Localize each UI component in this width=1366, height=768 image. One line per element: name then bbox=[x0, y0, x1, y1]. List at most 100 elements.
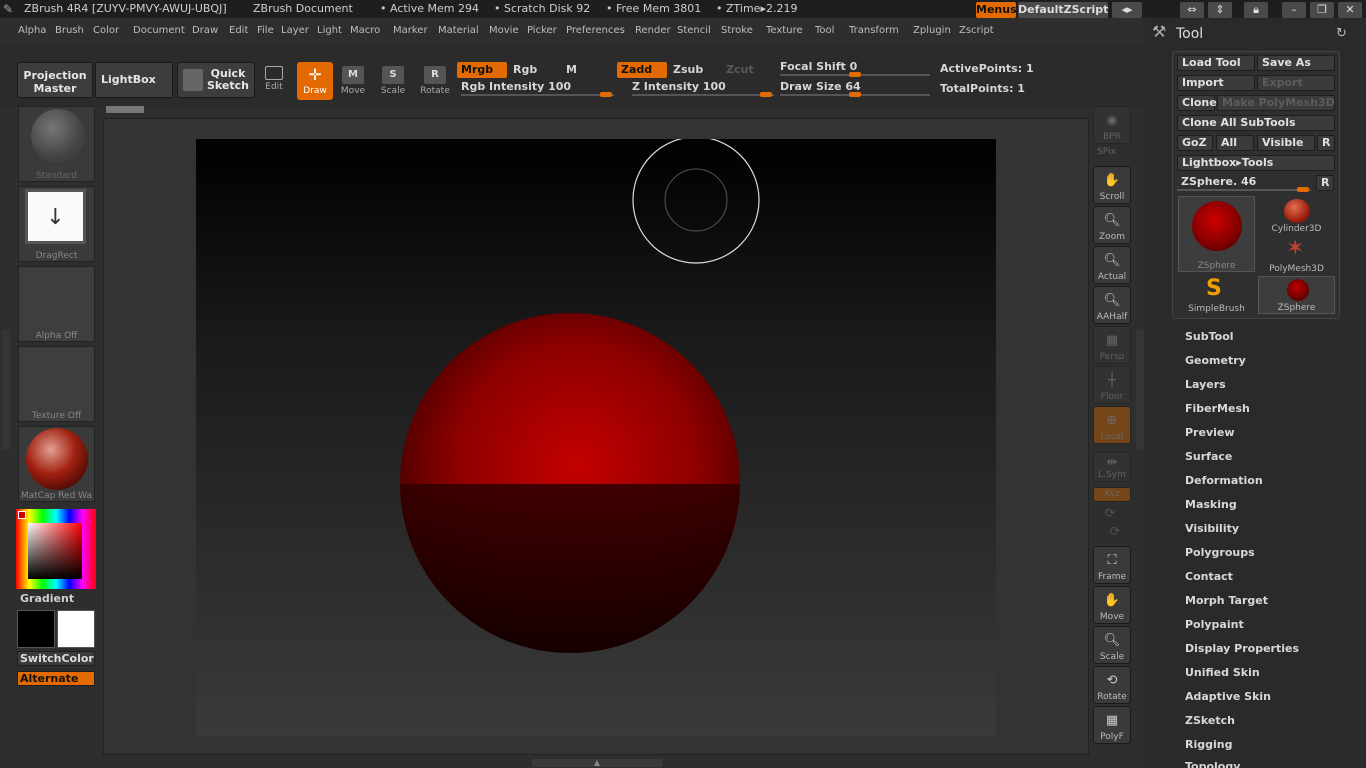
menus-button[interactable]: Menus bbox=[976, 2, 1017, 18]
bpr-button[interactable]: ◉ BPR bbox=[1093, 106, 1131, 144]
section-display-properties[interactable]: Display Properties bbox=[1185, 642, 1299, 655]
color-picker[interactable] bbox=[16, 509, 96, 589]
rgb-intensity-knob[interactable] bbox=[600, 92, 612, 97]
goz-visible-button[interactable]: Visible bbox=[1257, 135, 1315, 151]
menu-marker[interactable]: Marker bbox=[393, 25, 428, 36]
section-subtool[interactable]: SubTool bbox=[1185, 330, 1234, 343]
section-layers[interactable]: Layers bbox=[1185, 378, 1226, 391]
color-saturation-square[interactable] bbox=[28, 523, 82, 579]
material-thumbnail[interactable]: MatCap Red Wa bbox=[18, 426, 95, 502]
polyf-button[interactable]: ▦ PolyF bbox=[1093, 706, 1131, 744]
section-zsketch[interactable]: ZSketch bbox=[1185, 714, 1235, 727]
menu-render[interactable]: Render bbox=[635, 25, 671, 36]
rgb-intensity-slider[interactable]: Rgb Intensity 100 bbox=[461, 80, 614, 97]
tool-thumb-cylinder3d[interactable]: Cylinder3D bbox=[1258, 196, 1335, 234]
canvas-scroll-indicator[interactable] bbox=[106, 106, 144, 113]
zcut-toggle[interactable]: Zcut bbox=[722, 62, 772, 78]
mrgb-toggle[interactable]: Mrgb bbox=[457, 62, 507, 78]
alpha-thumbnail[interactable]: Alpha Off bbox=[18, 266, 95, 342]
clone-button[interactable]: Clone bbox=[1177, 95, 1217, 111]
local-button[interactable]: ⊕ Local bbox=[1093, 406, 1131, 444]
menu-tool[interactable]: Tool bbox=[815, 25, 834, 36]
alternate-button[interactable]: Alternate bbox=[17, 671, 95, 686]
bottom-tray-handle[interactable]: ▲ bbox=[532, 759, 662, 767]
rotate-ccw-icon[interactable]: ⟳ bbox=[1110, 524, 1120, 538]
frame-button[interactable]: ⛶ Frame bbox=[1093, 546, 1131, 584]
section-adaptive-skin[interactable]: Adaptive Skin bbox=[1185, 690, 1271, 703]
rgb-toggle[interactable]: Rgb bbox=[509, 62, 559, 78]
scale-tool[interactable]: S Scale bbox=[375, 62, 411, 100]
tool-thumb-zsphere-active[interactable]: ZSphere bbox=[1178, 196, 1255, 272]
scroll-button[interactable]: ✋ Scroll bbox=[1093, 166, 1131, 204]
draw-tool[interactable]: ✛ Draw bbox=[297, 62, 333, 100]
move-view-button[interactable]: ✋ Move bbox=[1093, 586, 1131, 624]
aahalf-button[interactable]: 🔍︎ AAHalf bbox=[1093, 286, 1131, 324]
save-as-button[interactable]: Save As bbox=[1257, 55, 1335, 71]
section-topology[interactable]: Topology bbox=[1185, 760, 1240, 768]
menu-movie[interactable]: Movie bbox=[489, 25, 519, 36]
gradient-label[interactable]: Gradient bbox=[20, 592, 74, 605]
primary-color-swatch[interactable] bbox=[17, 610, 55, 648]
lsym-button[interactable]: ⇹ L.Sym bbox=[1093, 452, 1131, 482]
section-deformation[interactable]: Deformation bbox=[1185, 474, 1263, 487]
menu-stencil[interactable]: Stencil bbox=[677, 25, 711, 36]
close-icon[interactable]: ✕ bbox=[1338, 2, 1362, 18]
rotate-cw-icon[interactable]: ⟳ bbox=[1105, 506, 1115, 520]
menu-alpha[interactable]: Alpha bbox=[18, 25, 46, 36]
goz-all-button[interactable]: All bbox=[1216, 135, 1254, 151]
section-morph-target[interactable]: Morph Target bbox=[1185, 594, 1268, 607]
focal-shift-slider[interactable]: Focal Shift 0 bbox=[780, 60, 930, 77]
menu-document[interactable]: Document bbox=[133, 25, 185, 36]
menu-stroke[interactable]: Stroke bbox=[721, 25, 753, 36]
section-unified-skin[interactable]: Unified Skin bbox=[1185, 666, 1260, 679]
menu-file[interactable]: File bbox=[257, 25, 274, 36]
z-intensity-slider[interactable]: Z Intensity 100 bbox=[632, 80, 774, 97]
tool-thumb-simplebrush[interactable]: S SimpleBrush bbox=[1178, 276, 1255, 314]
menu-light[interactable]: Light bbox=[317, 25, 342, 36]
draw-size-knob[interactable] bbox=[849, 92, 861, 97]
load-tool-button[interactable]: Load Tool bbox=[1177, 55, 1255, 71]
menu-edit[interactable]: Edit bbox=[229, 25, 248, 36]
zadd-toggle[interactable]: Zadd bbox=[617, 62, 667, 78]
shrink-icon[interactable]: ◂▸ bbox=[1112, 2, 1142, 18]
section-masking[interactable]: Masking bbox=[1185, 498, 1237, 511]
rotate-tool[interactable]: R Rotate bbox=[417, 62, 453, 100]
menu-brush[interactable]: Brush bbox=[55, 25, 84, 36]
stroke-thumbnail[interactable]: ↓ DragRect bbox=[18, 186, 95, 262]
lightbox-tools-button[interactable]: Lightbox▸Tools bbox=[1177, 155, 1335, 171]
section-surface[interactable]: Surface bbox=[1185, 450, 1232, 463]
projection-master-button[interactable]: Projection Master bbox=[17, 62, 93, 98]
minimize-icon[interactable]: – bbox=[1282, 2, 1306, 18]
maximize-icon[interactable]: ❐ bbox=[1310, 2, 1334, 18]
persp-button[interactable]: ▦ Persp bbox=[1093, 326, 1131, 364]
document-canvas[interactable] bbox=[196, 139, 996, 736]
clone-all-subtools-button[interactable]: Clone All SubTools bbox=[1177, 115, 1335, 131]
zsub-toggle[interactable]: Zsub bbox=[669, 62, 719, 78]
lock-icon[interactable]: 🔒︎ bbox=[1244, 2, 1268, 18]
menu-texture[interactable]: Texture bbox=[766, 25, 803, 36]
menu-draw[interactable]: Draw bbox=[192, 25, 218, 36]
focal-shift-knob[interactable] bbox=[849, 72, 861, 77]
switchcolor-button[interactable]: SwitchColor bbox=[17, 651, 95, 666]
menu-material[interactable]: Material bbox=[438, 25, 479, 36]
section-preview[interactable]: Preview bbox=[1185, 426, 1235, 439]
zsphere-tool-slider[interactable]: ZSphere. 46 bbox=[1177, 175, 1313, 192]
menu-layer[interactable]: Layer bbox=[281, 25, 309, 36]
tool-thumb-polymesh3d[interactable]: ✶ PolyMesh3D bbox=[1258, 236, 1335, 274]
section-contact[interactable]: Contact bbox=[1185, 570, 1233, 583]
section-geometry[interactable]: Geometry bbox=[1185, 354, 1246, 367]
make-polymesh-button[interactable]: Make PolyMesh3D bbox=[1217, 95, 1335, 111]
reset-icon[interactable]: ↻ bbox=[1336, 26, 1347, 41]
zoom-button[interactable]: 🔍︎ Zoom bbox=[1093, 206, 1131, 244]
menu-zscript[interactable]: Zscript bbox=[959, 25, 994, 36]
z-intensity-knob[interactable] bbox=[760, 92, 772, 97]
default-zscript-button[interactable]: DefaultZScript bbox=[1018, 2, 1108, 18]
import-button[interactable]: Import bbox=[1177, 75, 1255, 91]
move-tool[interactable]: M Move bbox=[335, 62, 371, 100]
actual-button[interactable]: 🔍︎ Actual bbox=[1093, 246, 1131, 284]
section-polypaint[interactable]: Polypaint bbox=[1185, 618, 1244, 631]
section-polygroups[interactable]: Polygroups bbox=[1185, 546, 1255, 559]
section-fibermesh[interactable]: FiberMesh bbox=[1185, 402, 1250, 415]
draw-size-slider[interactable]: Draw Size 64 bbox=[780, 80, 930, 97]
goz-button[interactable]: GoZ bbox=[1177, 135, 1213, 151]
